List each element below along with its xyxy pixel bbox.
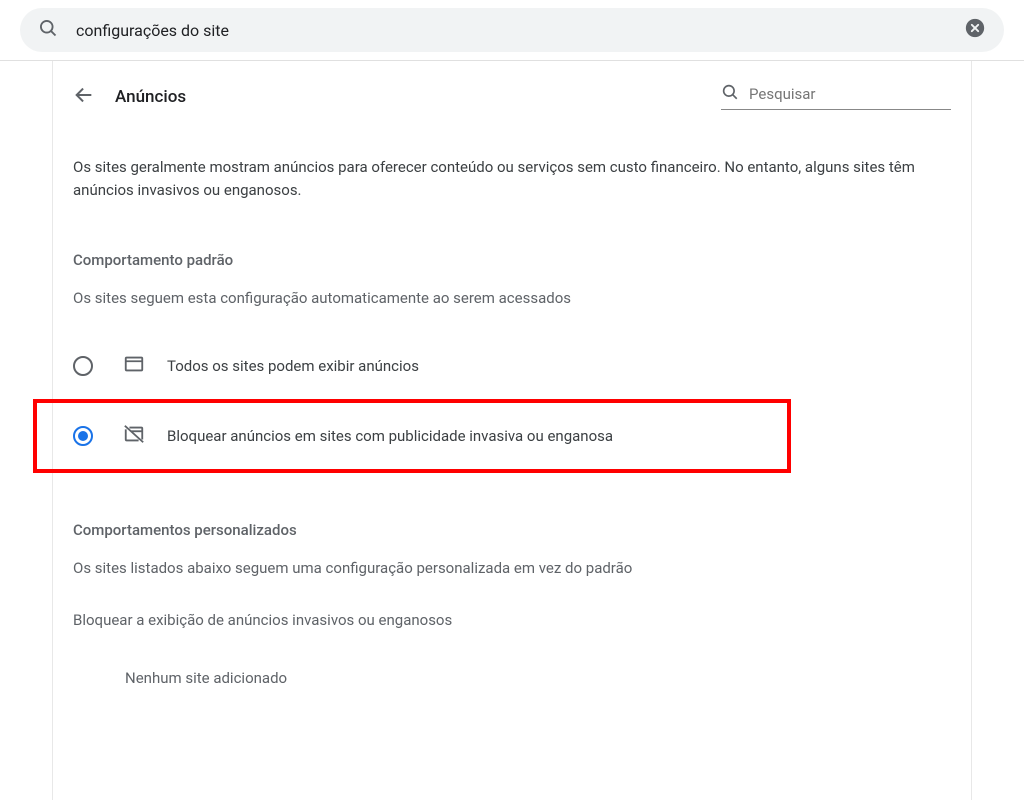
block-list-label: Bloquear a exibição de anúncios invasivo… bbox=[63, 577, 961, 629]
top-search-container bbox=[0, 0, 1024, 61]
search-icon bbox=[721, 83, 739, 105]
default-behavior-sub: Os sites seguem esta configuração automa… bbox=[63, 269, 961, 307]
top-search-bar[interactable] bbox=[20, 8, 1004, 52]
back-arrow-button[interactable] bbox=[73, 84, 95, 110]
radio-button[interactable] bbox=[73, 356, 93, 376]
radio-label: Bloquear anúncios em sites com publicida… bbox=[167, 427, 613, 445]
settings-panel: Anúncios Os sites geralmente mostram anú… bbox=[52, 61, 972, 800]
panel-header: Anúncios bbox=[63, 61, 961, 120]
panel-description: Os sites geralmente mostram anúncios par… bbox=[63, 120, 961, 203]
custom-behavior-heading: Comportamentos personalizados bbox=[63, 473, 961, 539]
empty-list-text: Nenhum site adicionado bbox=[63, 629, 961, 687]
top-search-input[interactable] bbox=[76, 21, 964, 40]
radio-group: Todos os sites podem exibir anúncios Blo… bbox=[63, 333, 961, 473]
custom-behavior-sub: Os sites listados abaixo seguem uma conf… bbox=[63, 539, 961, 577]
radio-label: Todos os sites podem exibir anúncios bbox=[167, 357, 419, 375]
search-icon bbox=[38, 18, 58, 42]
radio-inner-dot bbox=[78, 431, 88, 441]
panel-search-input[interactable] bbox=[749, 85, 951, 103]
web-asset-icon bbox=[123, 353, 145, 379]
web-asset-off-icon bbox=[123, 423, 145, 449]
radio-button[interactable] bbox=[73, 426, 93, 446]
default-behavior-heading: Comportamento padrão bbox=[63, 203, 961, 269]
panel-search-field[interactable] bbox=[721, 83, 951, 110]
radio-option-block-ads[interactable]: Bloquear anúncios em sites com publicida… bbox=[33, 399, 791, 473]
radio-option-allow-ads[interactable]: Todos os sites podem exibir anúncios bbox=[63, 333, 961, 399]
panel-title: Anúncios bbox=[115, 87, 721, 107]
clear-search-button[interactable] bbox=[964, 17, 986, 43]
